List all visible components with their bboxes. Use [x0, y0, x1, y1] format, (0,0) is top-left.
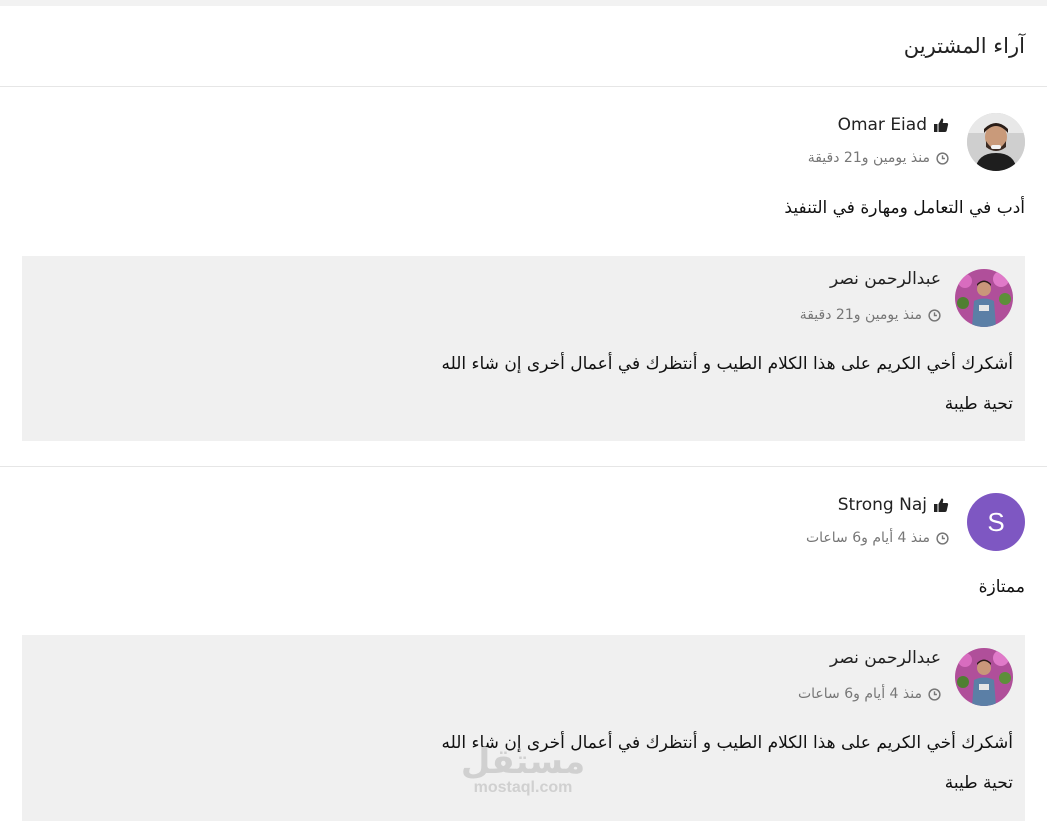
clock-icon	[936, 151, 949, 165]
time-text: منذ يومين و21 دقيقة	[807, 150, 930, 166]
reply-meta: عبدالرحمن نصر منذ 4 أيام و6 ساعات	[798, 648, 941, 702]
reply-line: تحية طيبة	[944, 394, 1013, 414]
seller-name-line: عبدالرحمن نصر	[830, 648, 941, 668]
seller-reply: عبدالرحمن نصر منذ يومين و21 دقيقة أشكرك …	[22, 256, 1025, 441]
reply-header: عبدالرحمن نصر منذ 4 أيام و6 ساعات	[798, 648, 1013, 706]
review-meta: Omar Eiad منذ يومين و21 دقيقة	[808, 113, 949, 166]
review-time: منذ 4 أيام و6 ساعات	[806, 530, 949, 546]
page-title: آراء المشترين	[903, 34, 1025, 58]
reviewer-name[interactable]: Strong Naj	[838, 495, 927, 515]
avatar[interactable]	[967, 113, 1025, 171]
user-photo-icon	[955, 269, 1013, 327]
reply-time: منذ يومين و21 دقيقة	[800, 307, 941, 323]
review-comment: ممتازة	[978, 577, 1025, 597]
review-time: منذ يومين و21 دقيقة	[808, 150, 949, 166]
reviewer-name-line: Omar Eiad	[838, 115, 949, 135]
time-text: منذ يومين و21 دقيقة	[799, 307, 922, 323]
review-comment: أدب في التعامل ومهارة في التنفيذ	[784, 198, 1025, 218]
avatar-letter: S	[987, 506, 1005, 537]
reply-text: أشكرك أخي الكريم على هذا الكلام الطيب و …	[441, 344, 1013, 424]
user-photo-icon	[955, 648, 1013, 706]
review-header: S Strong Naj منذ 4 أيام و6 ساعات	[806, 493, 1025, 551]
reply-text: أشكرك أخي الكريم على هذا الكلام الطيب و …	[441, 723, 1013, 803]
seller-avatar[interactable]	[955, 648, 1013, 706]
thumbs-up-icon	[934, 498, 949, 512]
seller-avatar[interactable]	[955, 269, 1013, 327]
thumbs-up-icon	[934, 118, 949, 132]
clock-icon	[928, 308, 941, 322]
clock-icon	[928, 687, 941, 701]
seller-reply: عبدالرحمن نصر منذ 4 أيام و6 ساعات أشكرك …	[22, 635, 1025, 821]
seller-name-line: عبدالرحمن نصر	[830, 269, 941, 289]
time-text: منذ 4 أيام و6 ساعات	[805, 530, 930, 546]
reply-line: أشكرك أخي الكريم على هذا الكلام الطيب و …	[441, 354, 1013, 374]
reply-line: أشكرك أخي الكريم على هذا الكلام الطيب و …	[441, 733, 1013, 753]
reply-time: منذ 4 أيام و6 ساعات	[798, 686, 941, 702]
panel-header: آراء المشترين	[0, 6, 1047, 87]
seller-name[interactable]: عبدالرحمن نصر	[830, 648, 941, 668]
reply-line: تحية طيبة	[944, 773, 1013, 793]
review-header: Omar Eiad منذ يومين و21 دقيقة	[808, 113, 1025, 171]
reviewer-name[interactable]: Omar Eiad	[838, 115, 927, 135]
user-photo-icon	[967, 113, 1025, 171]
reply-meta: عبدالرحمن نصر منذ يومين و21 دقيقة	[800, 269, 941, 323]
avatar[interactable]: S	[967, 493, 1025, 551]
reviews-panel: آراء المشترين Omar Eiad منذ يومين و21 دق…	[0, 6, 1047, 823]
reviewer-name-line: Strong Naj	[838, 495, 949, 515]
review-meta: Strong Naj منذ 4 أيام و6 ساعات	[806, 493, 949, 546]
seller-name[interactable]: عبدالرحمن نصر	[830, 269, 941, 289]
reply-header: عبدالرحمن نصر منذ يومين و21 دقيقة	[800, 269, 1013, 327]
clock-icon	[936, 531, 949, 545]
time-text: منذ 4 أيام و6 ساعات	[797, 686, 922, 702]
review-item: S Strong Naj منذ 4 أيام و6 ساعات ممتازة …	[0, 467, 1047, 822]
review-item: Omar Eiad منذ يومين و21 دقيقة أدب في الت…	[0, 87, 1047, 467]
